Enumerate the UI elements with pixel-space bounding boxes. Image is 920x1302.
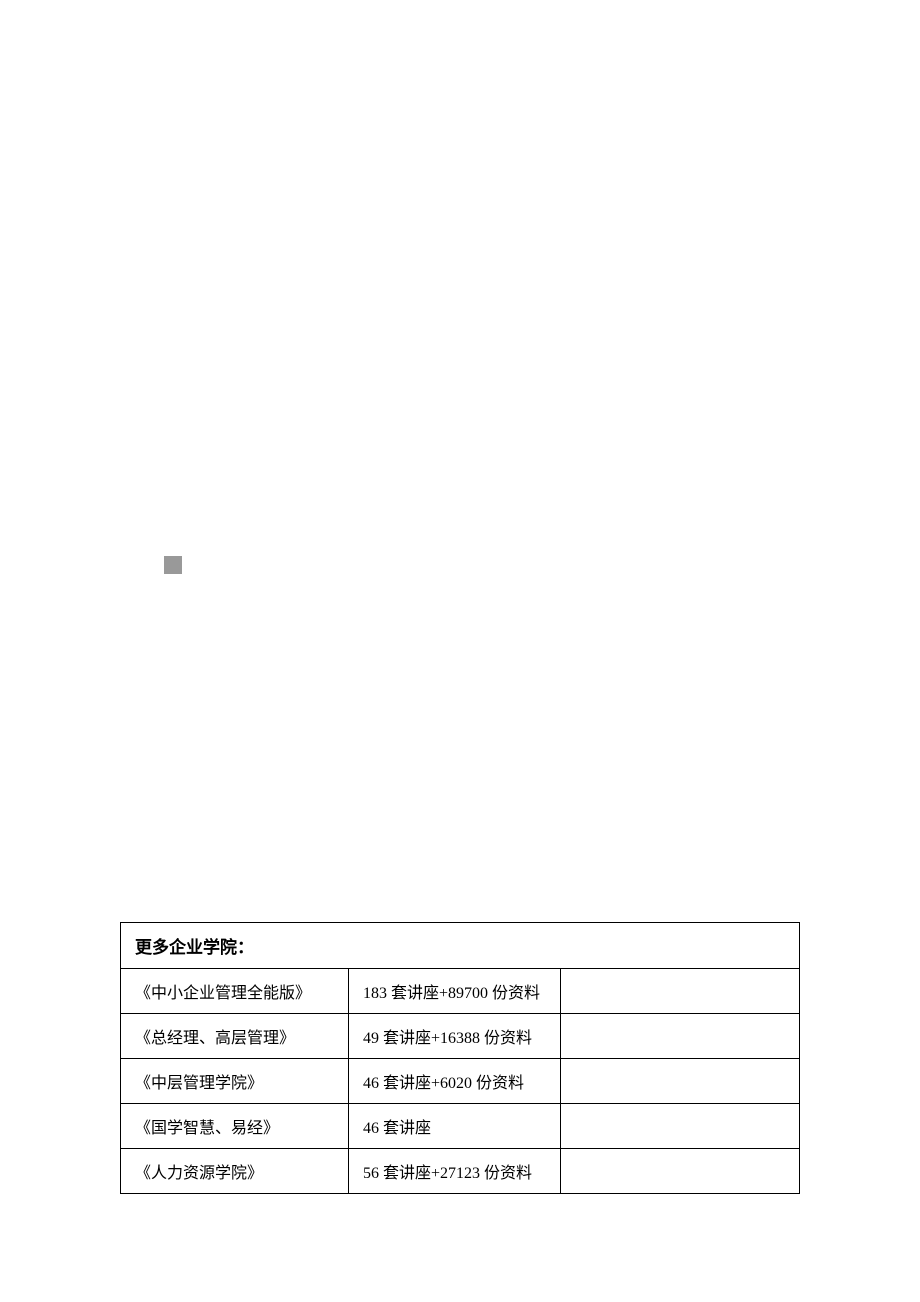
course-content-cell: 183 套讲座+89700 份资料 — [349, 969, 561, 1013]
course-content-cell: 46 套讲座 — [349, 1104, 561, 1148]
course-name-cell: 《总经理、高层管理》 — [121, 1014, 349, 1058]
document-page: 更多企业学院： 《中小企业管理全能版》 183 套讲座+89700 份资料 《总… — [0, 0, 920, 1302]
course-name-cell: 《国学智慧、易经》 — [121, 1104, 349, 1148]
course-name-cell: 《中小企业管理全能版》 — [121, 969, 349, 1013]
course-content-cell: 46 套讲座+6020 份资料 — [349, 1059, 561, 1103]
courses-table: 更多企业学院： 《中小企业管理全能版》 183 套讲座+89700 份资料 《总… — [120, 922, 800, 1194]
table-row: 《国学智慧、易经》 46 套讲座 — [121, 1104, 799, 1149]
table-row: 《人力资源学院》 56 套讲座+27123 份资料 — [121, 1149, 799, 1193]
table-header: 更多企业学院： — [121, 923, 799, 969]
table-row: 《总经理、高层管理》 49 套讲座+16388 份资料 — [121, 1014, 799, 1059]
course-content-cell: 56 套讲座+27123 份资料 — [349, 1149, 561, 1193]
course-content-cell: 49 套讲座+16388 份资料 — [349, 1014, 561, 1058]
course-extra-cell — [561, 1059, 799, 1103]
course-extra-cell — [561, 1014, 799, 1058]
table-row: 《中小企业管理全能版》 183 套讲座+89700 份资料 — [121, 969, 799, 1014]
decorative-square — [164, 556, 182, 574]
course-name-cell: 《人力资源学院》 — [121, 1149, 349, 1193]
table-row: 《中层管理学院》 46 套讲座+6020 份资料 — [121, 1059, 799, 1104]
course-name-cell: 《中层管理学院》 — [121, 1059, 349, 1103]
course-extra-cell — [561, 1149, 799, 1193]
course-extra-cell — [561, 969, 799, 1013]
course-extra-cell — [561, 1104, 799, 1148]
